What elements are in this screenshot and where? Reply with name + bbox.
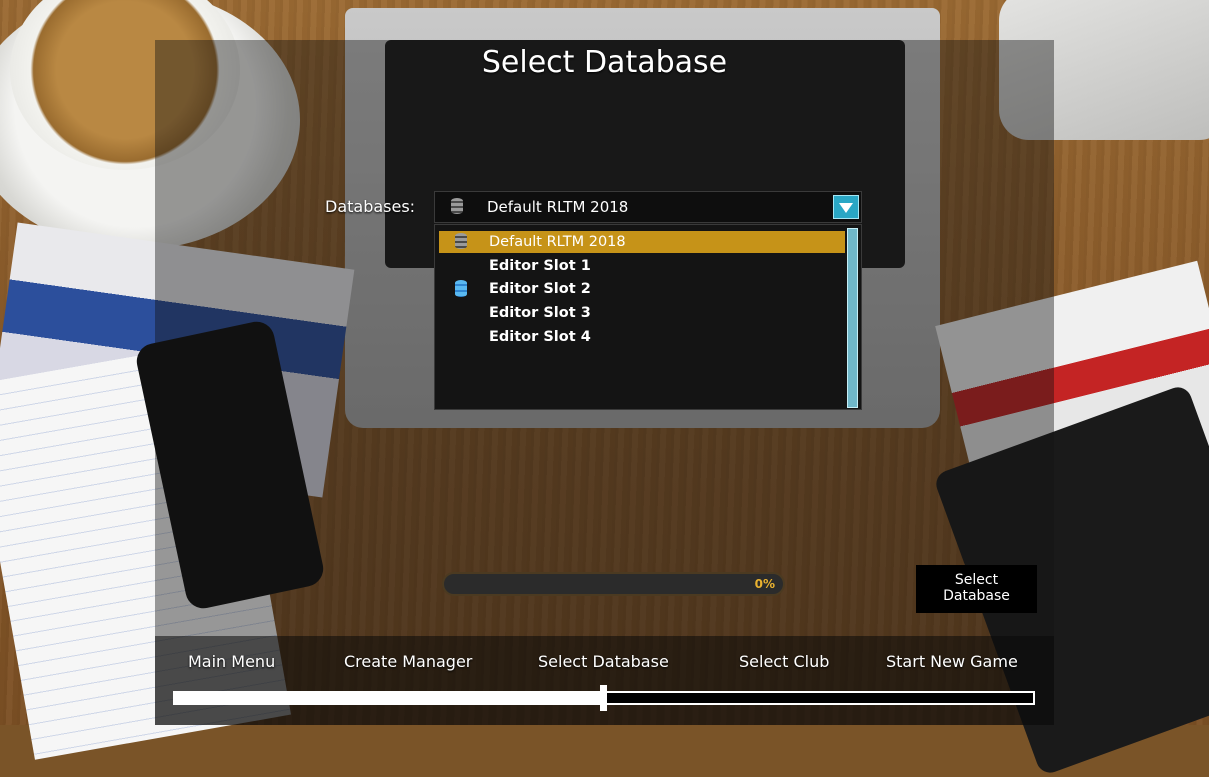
step-create-manager[interactable]: Create Manager: [344, 652, 472, 671]
chevron-down-icon[interactable]: [833, 195, 859, 219]
database-icon: [455, 280, 467, 297]
database-icon: [455, 233, 467, 249]
database-option[interactable]: Editor Slot 1: [439, 255, 845, 277]
step-start-new-game[interactable]: Start New Game: [886, 652, 1018, 671]
step-select-club[interactable]: Select Club: [739, 652, 829, 671]
step-progress-track: [173, 685, 1035, 711]
list-scrollbar[interactable]: [847, 228, 858, 408]
step-progress-fill: [175, 693, 604, 703]
database-option-label: Default RLTM 2018: [489, 234, 626, 250]
select-database-button-line1: Select: [954, 572, 999, 588]
select-database-button-line2: Database: [943, 588, 1010, 604]
database-option[interactable]: Editor Slot 3: [439, 302, 845, 324]
database-option[interactable]: Editor Slot 4: [439, 326, 845, 348]
database-dropdown-value: Default RLTM 2018: [487, 198, 629, 216]
progress-percent: 0%: [754, 577, 775, 591]
loading-progress-bar: 0%: [442, 572, 785, 596]
database-dropdown[interactable]: Default RLTM 2018: [434, 191, 862, 223]
database-option-label: Editor Slot 1: [489, 258, 591, 274]
step-progress-marker: [600, 685, 607, 711]
database-option[interactable]: Editor Slot 2: [439, 278, 845, 300]
database-option[interactable]: Default RLTM 2018: [439, 231, 845, 253]
step-select-database[interactable]: Select Database: [538, 652, 669, 671]
database-option-label: Editor Slot 4: [489, 329, 591, 345]
steps-bar: [155, 636, 1054, 725]
databases-label: Databases:: [325, 197, 416, 216]
page-title: Select Database: [481, 45, 728, 80]
database-icon: [451, 198, 463, 214]
database-option-label: Editor Slot 2: [489, 281, 591, 297]
step-main-menu[interactable]: Main Menu: [188, 652, 275, 671]
database-option-label: Editor Slot 3: [489, 305, 591, 321]
select-database-button[interactable]: Select Database: [916, 565, 1037, 613]
database-list: Default RLTM 2018 Editor Slot 1 Editor S…: [434, 224, 862, 410]
